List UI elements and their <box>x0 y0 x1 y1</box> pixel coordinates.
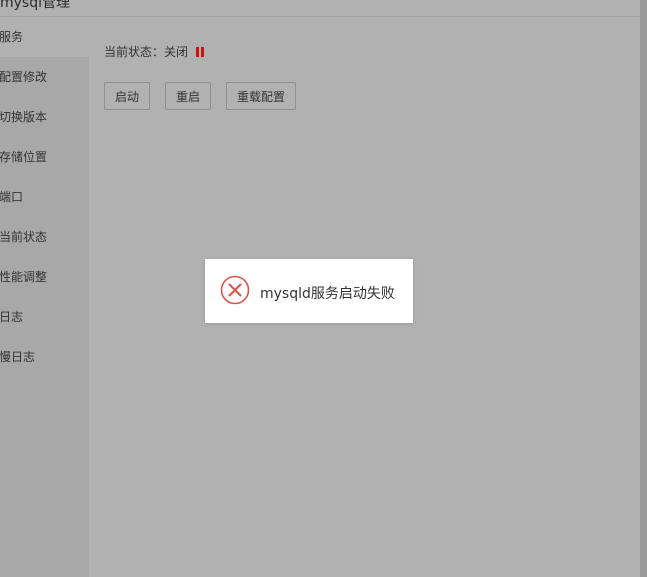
status-value: 关闭 <box>164 45 189 59</box>
restart-button[interactable]: 重启 <box>165 82 211 110</box>
sidebar-item-log[interactable]: 日志 <box>0 297 89 337</box>
toast-message: mysqld服务启动失败 <box>260 286 395 302</box>
sidebar-item-label: 服务 <box>0 30 24 44</box>
pause-icon <box>195 47 204 57</box>
sidebar: 服务 配置修改 切换版本 存储位置 端口 当前状态 性能调整 日志 慢日志 <box>0 17 89 577</box>
sidebar-item-switch-version[interactable]: 切换版本 <box>0 97 89 137</box>
status-label: 当前状态： <box>104 45 165 59</box>
sidebar-item-port[interactable]: 端口 <box>0 177 89 217</box>
sidebar-item-slow-log[interactable]: 慢日志 <box>0 337 89 377</box>
sidebar-item-label: 存储位置 <box>0 150 48 164</box>
error-circle-icon <box>220 275 250 305</box>
sidebar-item-performance[interactable]: 性能调整 <box>0 257 89 297</box>
status-line: 当前状态：关闭 <box>104 43 204 60</box>
sidebar-item-label: 端口 <box>0 190 24 204</box>
sidebar-item-label: 配置修改 <box>0 70 48 84</box>
scrollbar[interactable] <box>640 0 647 577</box>
window-title: mysql管理 <box>0 0 70 11</box>
sidebar-item-label: 切换版本 <box>0 110 48 124</box>
error-toast: mysqld服务启动失败 <box>205 259 413 323</box>
sidebar-item-label: 日志 <box>0 310 24 324</box>
sidebar-item-storage[interactable]: 存储位置 <box>0 137 89 177</box>
sidebar-item-config[interactable]: 配置修改 <box>0 57 89 97</box>
sidebar-item-label: 慢日志 <box>0 350 36 364</box>
start-button[interactable]: 启动 <box>104 82 150 110</box>
title-bar: mysql管理 <box>0 0 640 17</box>
sidebar-item-service[interactable]: 服务 <box>0 17 89 57</box>
reload-config-button[interactable]: 重载配置 <box>226 82 296 110</box>
sidebar-item-current-status[interactable]: 当前状态 <box>0 217 89 257</box>
sidebar-item-label: 性能调整 <box>0 270 48 284</box>
sidebar-item-label: 当前状态 <box>0 230 48 244</box>
